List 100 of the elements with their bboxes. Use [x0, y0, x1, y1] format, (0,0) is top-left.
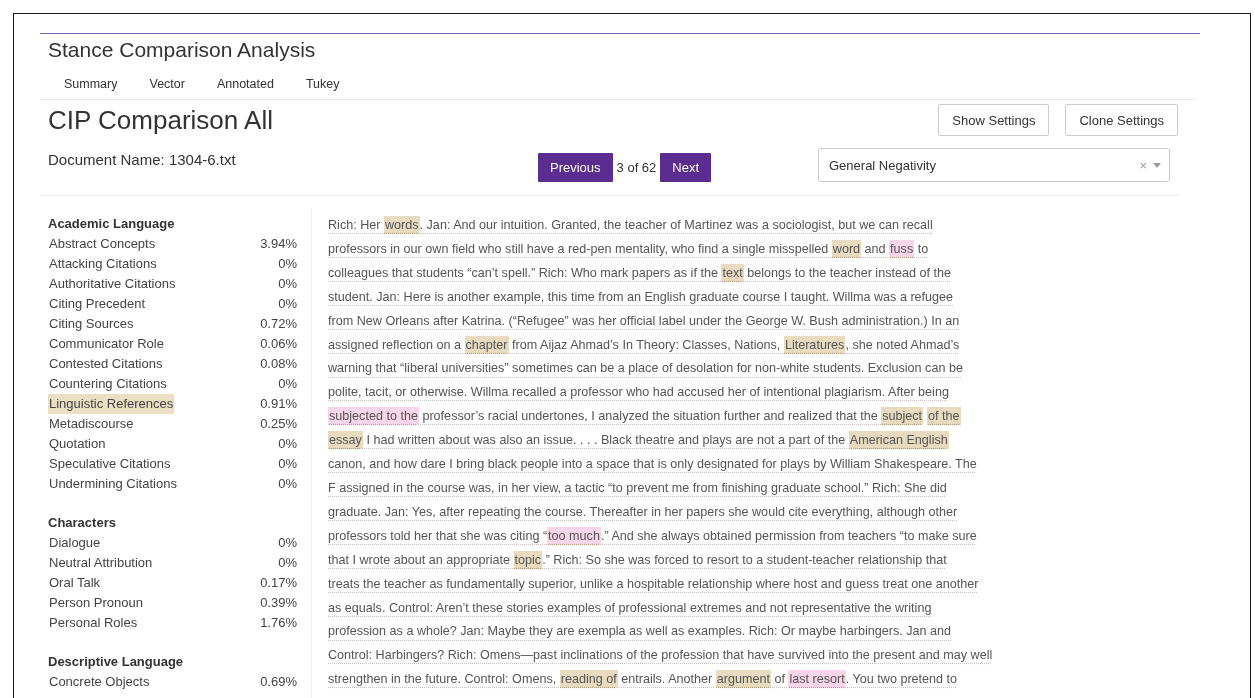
- nav-tab[interactable]: Summary: [56, 73, 134, 99]
- passage-text: of: [773, 672, 786, 687]
- passage-text: professors told her that she was citing “: [328, 528, 548, 543]
- nav-tab[interactable]: Annotated: [200, 73, 290, 99]
- highlighted-phrase: last resort: [788, 670, 846, 689]
- passage-text: professor’s racial undertones, I analyzed the situation further and realized that the: [421, 409, 879, 424]
- category-heading: Characters: [48, 514, 117, 532]
- category-percent: 0%: [278, 475, 297, 493]
- category-heading: Academic Language: [48, 215, 176, 233]
- category-label[interactable]: Contested Citations: [48, 354, 164, 374]
- passage-text: colleagues that students “can’t spell.” Rich: Who mark papers as if the: [328, 265, 719, 280]
- passage-text: and: [863, 241, 887, 256]
- passage-text: from New Orleans after Katrina. (“Refugee” was her official label under the George W. Bush administration.) In an: [328, 313, 960, 328]
- category-label[interactable]: Communicator Role: [48, 334, 165, 354]
- app-title: Stance Comparison Analysis: [47, 37, 317, 63]
- document-name: Document Name: 1304-6.txt: [48, 151, 237, 168]
- category-percent: 0%: [278, 435, 297, 453]
- passage-text: that I wrote about an appropriate: [328, 552, 512, 567]
- passage-text: student. Jan: Here is another example, this time from an English graduate course I taught. Willma was a refugee: [328, 289, 954, 304]
- highlighted-phrase: reading of: [559, 670, 618, 689]
- category-percent: 0%: [278, 534, 297, 552]
- passage-text: profession as a whole? Jan: Maybe they are exempla as well as examples. Rich: Or maybe harbingers. Jan and: [328, 624, 951, 639]
- highlighted-phrase: text: [721, 263, 744, 282]
- page-title: CIP Comparison All: [48, 104, 273, 136]
- category-percent: 0.17%: [260, 574, 297, 592]
- category-label[interactable]: Quotation: [48, 434, 107, 454]
- category-label[interactable]: Authoritative Citations: [48, 274, 177, 294]
- passage-text: .” Rich: So she was forced to resort to a student-teacher relationship that: [542, 552, 947, 567]
- highlighted-phrase: subject: [881, 407, 924, 426]
- passage-text: treats the teacher as fundamentally superior, unlike a hospitable relationship where host and guess treat one another: [328, 576, 979, 591]
- passage-text: canon, and how dare I bring black people into a space that is only designated for plays by William Shakespeare. The: [328, 457, 977, 472]
- passage-text: to: [916, 241, 929, 256]
- category-percent: 0%: [278, 375, 297, 393]
- highlighted-phrase: fuss: [889, 239, 915, 258]
- category-percent: 0.25%: [260, 415, 297, 433]
- category-percent: 0.08%: [260, 355, 297, 373]
- passage-text: graduate. Jan: Yes, after repeating the course. Thereafter in her papers she would cite everything, although other: [328, 504, 958, 519]
- settings-button[interactable]: Clone Settings: [1065, 104, 1178, 136]
- category-percent: 0.72%: [260, 315, 297, 333]
- passage-text: warning that “liberal universities” sometimes can be a place of desolation for non-white students. Exclusion can be: [328, 361, 963, 376]
- passage-text: Control: Harbingers? Rich: Omens—past inclinations of the profession that have survived into the present and may well: [328, 648, 993, 663]
- category-label[interactable]: Neutral Attribution: [48, 553, 154, 573]
- category-label[interactable]: Personal Roles: [48, 613, 139, 633]
- category-label[interactable]: Oral Talk: [48, 573, 102, 593]
- passage-text: . You two pretend to: [845, 672, 958, 687]
- highlighted-phrase: American English: [848, 431, 949, 450]
- passage-text: assigned reflection on a: [328, 337, 463, 352]
- passage-text: strengthen in the future. Control: Omens,: [328, 672, 558, 687]
- passage-text: .” And she always obtained permission from teachers “to make sure: [600, 528, 977, 543]
- category-percent: 0.91%: [260, 395, 297, 413]
- page-position: 3 of 62: [616, 160, 657, 175]
- passage-text: from Aijaz Ahmad’s In Theory: Classes, Nations,: [511, 337, 782, 352]
- category-label[interactable]: Dialogue: [48, 533, 102, 553]
- passage-text: , she noted Ahmad’s: [845, 337, 960, 352]
- category-label[interactable]: Attacking Citations: [48, 254, 158, 274]
- category-percent: 0%: [278, 295, 297, 313]
- category-percent: 1.76%: [260, 614, 297, 632]
- category-label[interactable]: Speculative Citations: [48, 454, 172, 474]
- highlighted-phrase: chapter: [464, 335, 509, 354]
- category-select[interactable]: General Negativity ×: [818, 148, 1170, 182]
- passage-text: as equals. Control: Aren’t these stories examples of professional extremes and not representative the writing: [328, 600, 932, 615]
- category-label[interactable]: Concrete Objects: [48, 672, 151, 692]
- passage-text: professors in our own field who still have a red-pen mentality, who find a single misspelled: [328, 241, 830, 256]
- category-percent: 0%: [278, 554, 297, 572]
- category-label[interactable]: Person Pronoun: [48, 593, 144, 613]
- category-label[interactable]: Linguistic References: [48, 394, 175, 414]
- next-button[interactable]: Next: [660, 153, 712, 182]
- nav-tab[interactable]: Tukey: [289, 73, 356, 99]
- category-percent: 0.69%: [260, 673, 297, 691]
- highlighted-phrase: subjected to the: [328, 407, 419, 426]
- previous-button[interactable]: Previous: [538, 153, 613, 182]
- highlighted-phrase: too much: [547, 526, 601, 545]
- category-label[interactable]: Undermining Citations: [48, 474, 178, 494]
- passage-text: belongs to the teacher instead of the: [746, 265, 951, 280]
- category-percent: 0.39%: [260, 594, 297, 612]
- highlighted-phrase: essay: [328, 431, 363, 450]
- category-percent: 3.94%: [260, 235, 297, 253]
- category-label[interactable]: Citing Sources: [48, 314, 135, 334]
- passage-text: entrails. Another: [620, 672, 714, 687]
- passage-text: . Jan: And our intuition. Granted, the teacher of Martinez was a sociologist, but we can recall: [419, 218, 933, 232]
- category-percent: 0%: [278, 275, 297, 293]
- highlighted-phrase: of the: [927, 407, 961, 426]
- caret-icon: [1153, 162, 1161, 168]
- category-percent: 0.06%: [260, 335, 297, 353]
- passage-text: polite, tacit, or otherwise. Willma recalled a professor who had accused her of intentional plagiarism. After being: [328, 385, 949, 400]
- passage-text: F assigned in the course was, in her view, a tactic “to prevent me from finishing graduate school.” Rich: She did: [328, 480, 947, 495]
- nav-tab[interactable]: Vector: [133, 73, 201, 99]
- category-label[interactable]: Abstract Concepts: [48, 234, 157, 254]
- category-label[interactable]: Citing Precedent: [48, 294, 147, 314]
- highlighted-phrase: words: [384, 216, 420, 234]
- highlighted-phrase: topic: [513, 550, 543, 569]
- passage-text: Rich: Her: [328, 218, 382, 232]
- category-label[interactable]: Metadiscourse: [48, 414, 135, 434]
- highlighted-phrase: Literatures: [783, 335, 846, 354]
- category-heading: Descriptive Language: [48, 653, 185, 671]
- highlighted-phrase: word: [831, 239, 862, 258]
- highlighted-phrase: argument: [715, 670, 771, 689]
- category-percent: 0%: [278, 455, 297, 473]
- category-label[interactable]: Countering Citations: [48, 374, 168, 394]
- settings-button[interactable]: Show Settings: [938, 104, 1050, 136]
